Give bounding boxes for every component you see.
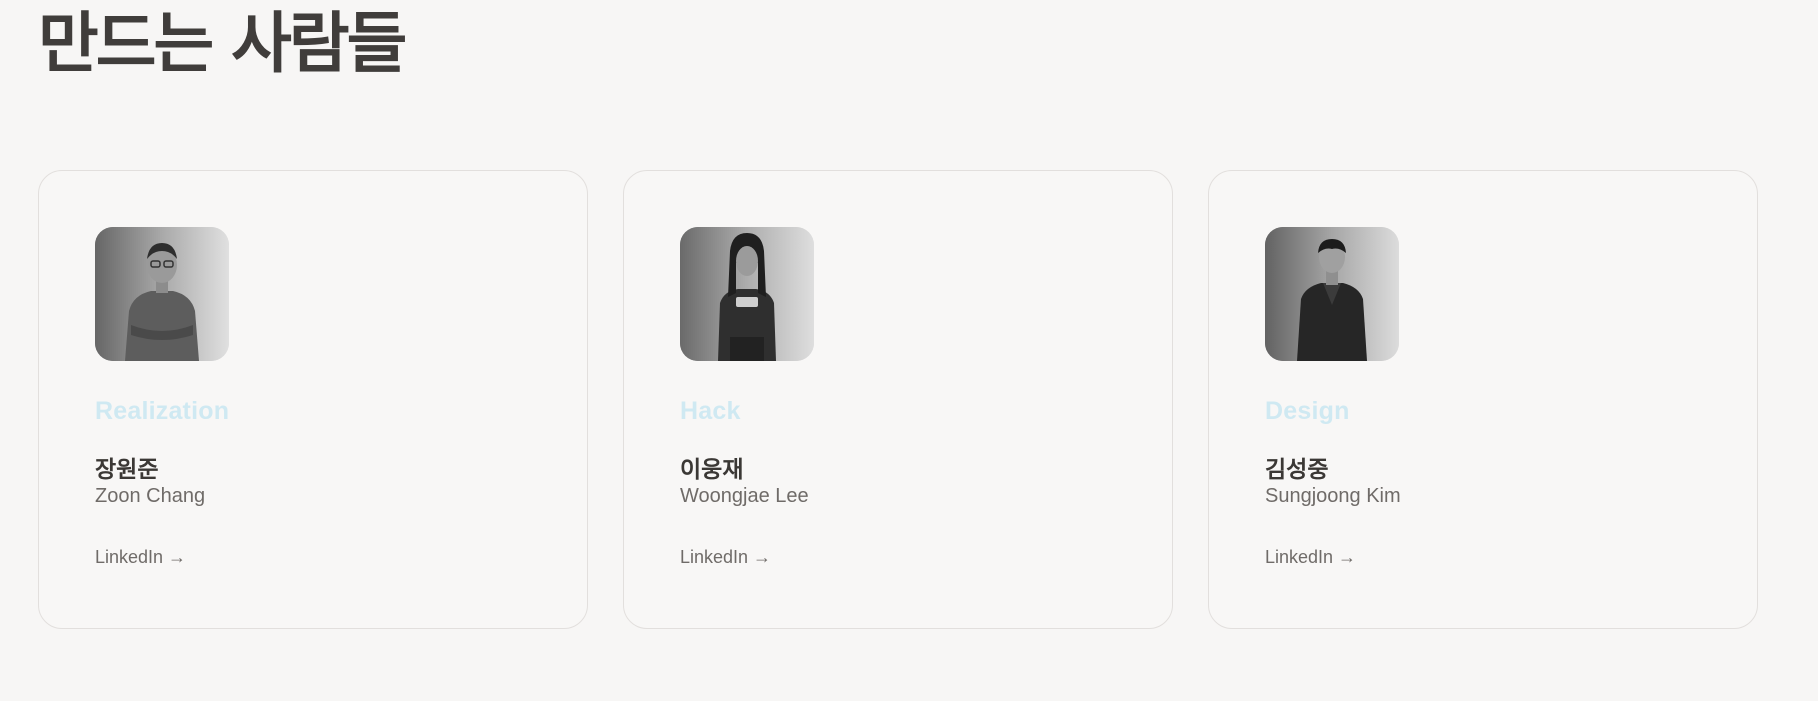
member-card-woongjae-lee: Hack 이웅재 Woongjae Lee LinkedIn → <box>623 170 1173 629</box>
linkedin-link[interactable]: LinkedIn → <box>95 547 186 568</box>
member-name-korean: 김성중 <box>1265 457 1329 483</box>
person-photo-icon <box>1265 227 1399 361</box>
member-role: Design <box>1265 397 1350 425</box>
member-photo <box>1265 227 1399 361</box>
linkedin-link[interactable]: LinkedIn → <box>680 547 771 568</box>
member-name-korean: 장원준 <box>95 457 159 483</box>
linkedin-link[interactable]: LinkedIn → <box>1265 547 1356 568</box>
member-card-sungjoong-kim: Design 김성중 Sungjoong Kim LinkedIn → <box>1208 170 1758 629</box>
member-role: Hack <box>680 397 741 425</box>
person-photo-icon <box>680 227 814 361</box>
page-title: 만드는 사람들 <box>38 5 407 82</box>
member-card-zoon-chang: Realization 장원준 Zoon Chang LinkedIn → <box>38 170 588 629</box>
member-name-english: Sungjoong Kim <box>1265 485 1401 507</box>
member-name-english: Zoon Chang <box>95 485 206 507</box>
member-photo <box>95 227 229 361</box>
team-member-list: Realization 장원준 Zoon Chang LinkedIn → Ha… <box>38 170 1758 629</box>
member-role: Realization <box>95 397 230 425</box>
member-name-korean: 이웅재 <box>680 457 744 483</box>
member-name-english: Woongjae Lee <box>680 485 809 507</box>
member-photo <box>680 227 814 361</box>
person-photo-icon <box>95 227 229 361</box>
